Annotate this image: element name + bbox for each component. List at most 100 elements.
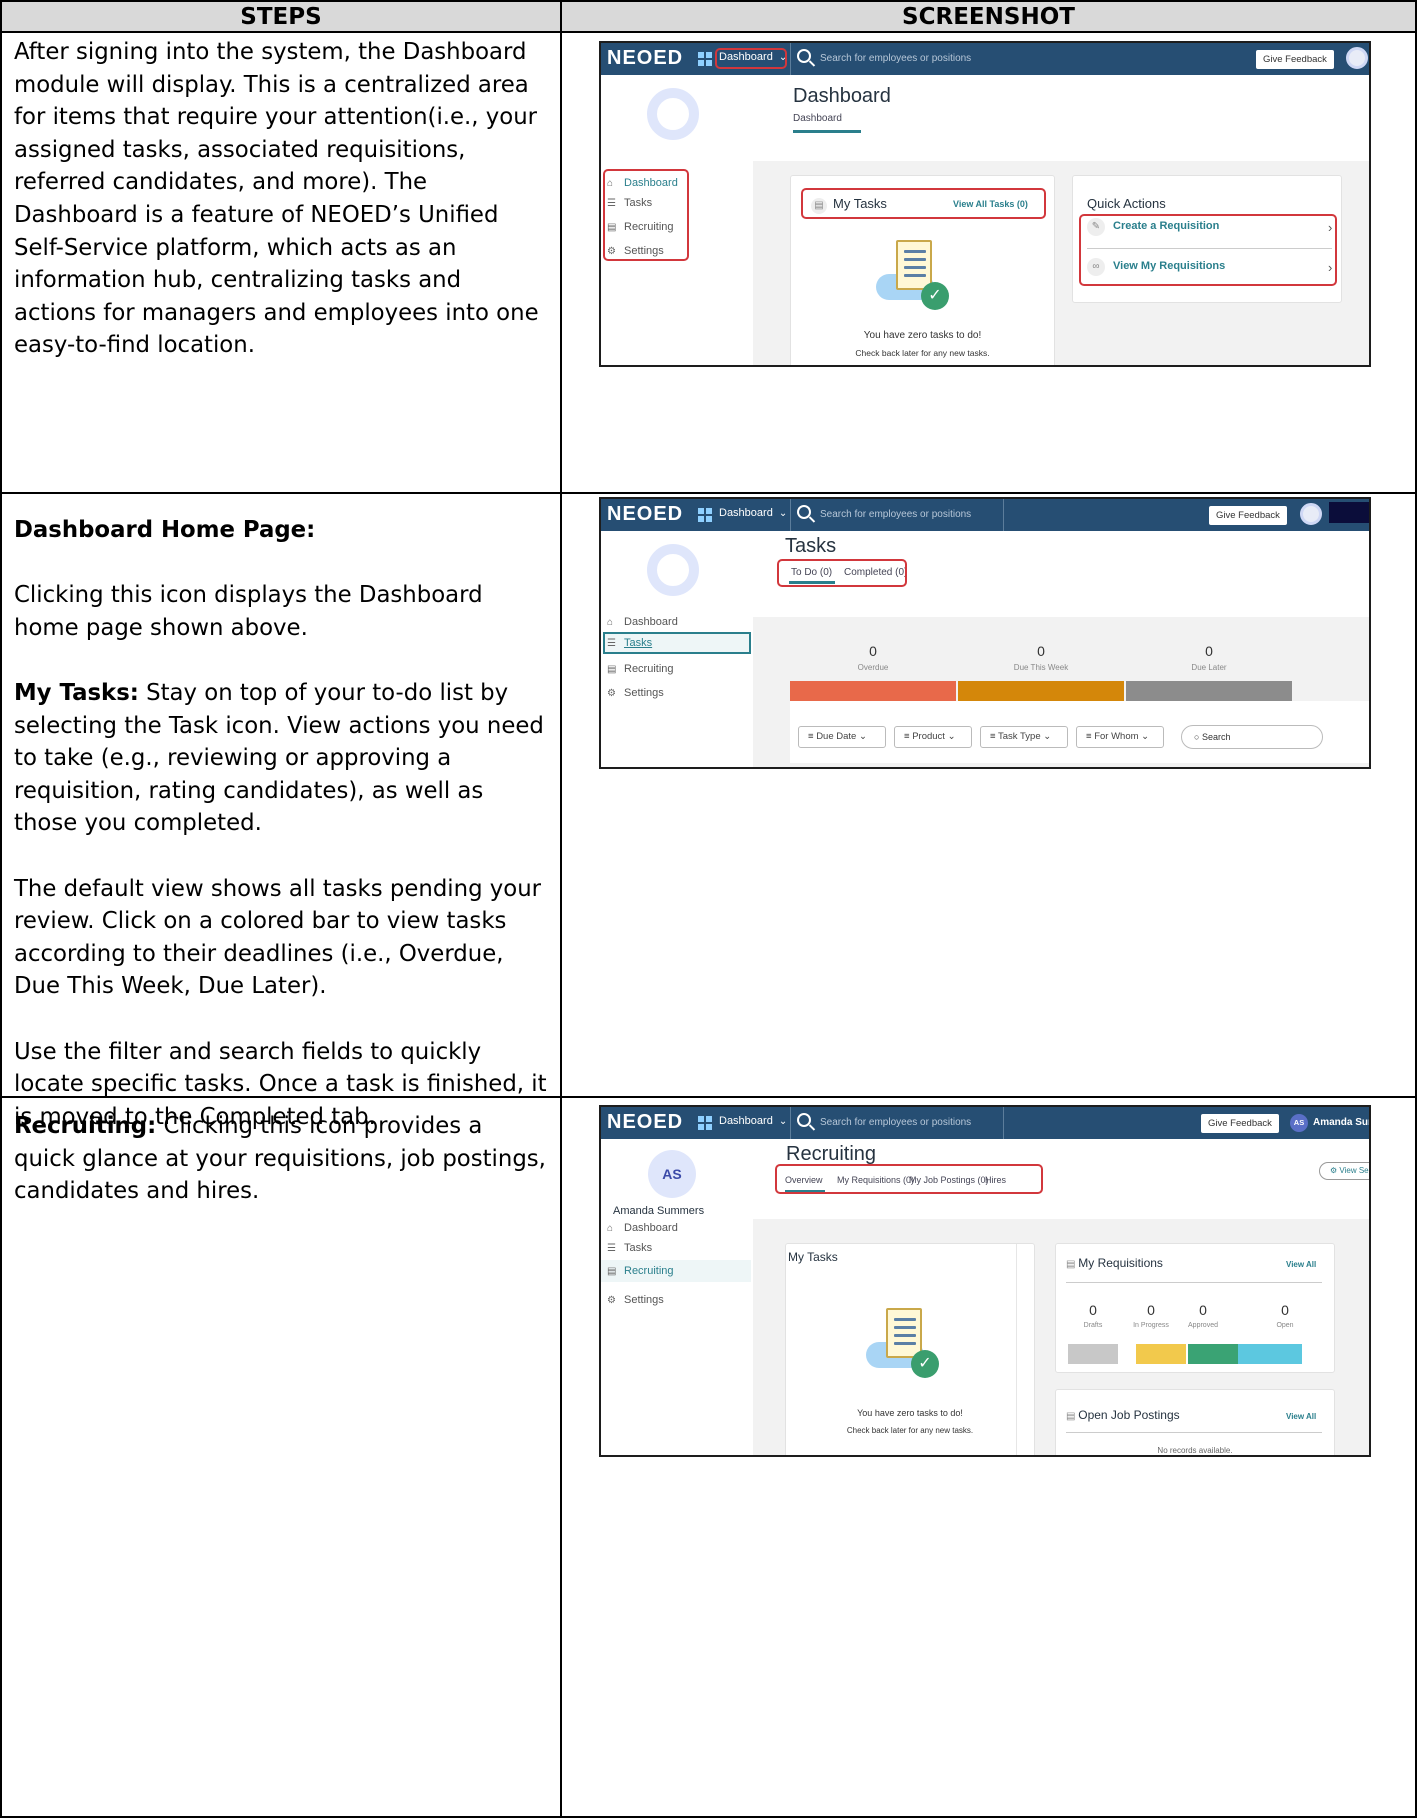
top-user-name[interactable]: Amanda Summer	[1313, 1117, 1369, 1128]
task-search-placeholder: Search	[1201, 732, 1231, 742]
neoed-logo: NEOED	[607, 503, 684, 525]
profile-name: Amanda Summers	[613, 1205, 705, 1217]
row2-heading: Dashboard Home Page:	[14, 517, 316, 543]
quick-actions-card: Quick Actions ✎ Create a Requisition › ∞ V…	[1072, 175, 1342, 303]
global-search-input[interactable]: Search for employees or positions	[820, 509, 971, 520]
view-all-requisitions-link[interactable]: View All	[1286, 1260, 1316, 1269]
screenshot-dashboard: NEOED Dashboard ⌄ Search for employees or…	[599, 41, 1371, 367]
sidebar-item-recruiting[interactable]: ▤ Recruiting	[607, 1262, 674, 1280]
task-deadline-bar[interactable]	[958, 681, 1124, 703]
requisition-count-label: Drafts	[1083, 1322, 1103, 1329]
main-content: Recruiting Overview My Requisitions (0) My…	[753, 1139, 1369, 1455]
app-grid-icon[interactable]	[698, 508, 714, 522]
table-border-left	[0, 0, 2, 1818]
row2-paragraph-1: Clicking this icon displays the Dashboar…	[14, 582, 483, 641]
tasks-icon: ▤	[811, 198, 827, 214]
chevron-down-icon: ⌄	[1138, 731, 1150, 742]
row1-steps-text: After signing into the system, the Dashb…	[14, 36, 550, 362]
module-dropdown[interactable]: Dashboard ⌄	[719, 507, 787, 519]
page-header: Dashboard Dashboard	[753, 75, 1369, 161]
gear-icon: ⚙	[1330, 1166, 1340, 1175]
requisition-count-value: 0	[1281, 1302, 1289, 1318]
profile-avatar[interactable]	[647, 88, 699, 140]
sidebar: ⌂ Dashboard ☰ Tasks ▤ Recruiting ⚙ Settings	[601, 75, 753, 365]
sidebar-item-dashboard[interactable]: ⌂ Dashboard	[607, 613, 678, 631]
requisition-status-bar[interactable]	[1238, 1344, 1302, 1364]
row2-paragraph-2: My Tasks: Stay on top of your to-do list…	[14, 677, 550, 840]
requisition-count-value: 0	[1089, 1302, 1097, 1318]
open-job-postings-label: Open Job Postings	[1078, 1408, 1180, 1422]
row2-paragraph-3: The default view shows all tasks pending…	[14, 875, 542, 1000]
document-icon: ▤	[1066, 1259, 1079, 1270]
requisition-status-bar[interactable]	[1188, 1344, 1238, 1364]
profile-avatar[interactable]: AS	[648, 1150, 696, 1198]
requisition-status-bar[interactable]	[1136, 1344, 1186, 1364]
my-requisitions-title: ▤ My Requisitions	[1066, 1256, 1163, 1270]
sidebar-item-settings[interactable]: ⚙ Settings	[607, 1291, 664, 1309]
requisition-count-label: In Progress	[1133, 1322, 1169, 1329]
instruction-table: STEPS SCREENSHOT After signing into the …	[0, 0, 1417, 1818]
app-grid-icon[interactable]	[698, 1116, 714, 1130]
table-border-top	[0, 0, 1417, 2]
search-icon[interactable]	[797, 1113, 811, 1127]
app-grid-icon[interactable]	[698, 52, 714, 66]
filter-dropdown[interactable]: ≡ Due Date ⌄	[798, 726, 886, 748]
sidebar-item-dashboard[interactable]: ⌂ Dashboard	[607, 1219, 678, 1237]
divider	[790, 499, 791, 531]
page-header: Recruiting Overview My Requisitions (0) My…	[753, 1139, 1369, 1219]
sidebar-label: Recruiting	[624, 1265, 674, 1277]
empty-tasks-illustration: ✓	[866, 1304, 956, 1384]
home-icon: ⌂	[607, 1223, 614, 1234]
filter-dropdown[interactable]: ≡ Task Type ⌄	[980, 726, 1068, 748]
highlight-recruiting-tabs	[775, 1164, 1043, 1194]
tab-dashboard[interactable]: Dashboard	[793, 113, 842, 124]
document-icon: ▤	[607, 664, 617, 675]
open-job-postings-title: ▤ Open Job Postings	[1066, 1408, 1180, 1422]
give-feedback-button[interactable]: Give Feedback	[1201, 1114, 1279, 1133]
view-all-postings-link[interactable]: View All	[1286, 1412, 1316, 1421]
sidebar-item-recruiting[interactable]: ▤ Recruiting	[607, 660, 674, 678]
sidebar-label: Settings	[624, 687, 664, 699]
user-avatar[interactable]	[1346, 47, 1368, 69]
task-deadline-bar[interactable]	[1126, 681, 1292, 703]
task-search-input[interactable]: ○ Search	[1181, 725, 1323, 749]
give-feedback-button[interactable]: Give Feedback	[1209, 506, 1287, 525]
chevron-down-icon: ⌄	[944, 731, 956, 742]
task-count-value: 0	[1037, 643, 1045, 659]
user-avatar[interactable]	[1300, 503, 1322, 525]
filter-icon: ≡	[1086, 731, 1095, 742]
sidebar-item-tasks[interactable]: ☰ Tasks	[607, 1239, 652, 1257]
view-all-tasks-link[interactable]: View All Tasks (0)	[953, 199, 1028, 209]
sidebar-item-settings[interactable]: ⚙ Settings	[607, 684, 664, 702]
divider	[790, 1107, 791, 1139]
page-title: Tasks	[785, 535, 837, 557]
sidebar-label: Recruiting	[624, 663, 674, 675]
task-count-value: 0	[1205, 643, 1213, 659]
sidebar-label: Tasks	[624, 1242, 653, 1254]
check-back-message: Check back later for any new tasks.	[855, 348, 990, 358]
filter-label: Task Type	[998, 731, 1041, 742]
requisition-count-label: Open	[1276, 1322, 1294, 1329]
document-icon: ▤	[607, 1266, 617, 1277]
give-feedback-button[interactable]: Give Feedback	[1256, 50, 1334, 69]
sidebar-item-tasks[interactable]: ☰ Tasks	[607, 634, 652, 652]
profile-avatar[interactable]	[647, 544, 699, 596]
search-icon[interactable]	[797, 49, 811, 63]
highlight-quick-actions	[1079, 214, 1337, 286]
my-requisitions-card: ▤ My Requisitions View All 0 Drafts 0 In Pr…	[1055, 1243, 1335, 1373]
view-settings-button[interactable]: ⚙ View Se	[1319, 1162, 1369, 1180]
requisition-status-bar[interactable]	[1068, 1344, 1118, 1364]
screenshot-recruiting: NEOED Dashboard ⌄ Search for employees or…	[599, 1105, 1371, 1457]
module-dropdown[interactable]: Dashboard ⌄	[719, 1115, 787, 1127]
neoed-logo: NEOED	[607, 47, 684, 69]
filter-dropdown[interactable]: ≡ Product ⌄	[894, 726, 972, 748]
chevron-down-icon: ⌄	[856, 731, 867, 742]
search-icon[interactable]	[797, 505, 811, 519]
global-search-input[interactable]: Search for employees or positions	[820, 1117, 971, 1128]
task-deadline-bar[interactable]	[790, 681, 956, 703]
global-search-input[interactable]: Search for employees or positions	[820, 53, 971, 64]
user-avatar[interactable]: AS	[1290, 1114, 1308, 1132]
filter-dropdown[interactable]: ≡ For Whom ⌄	[1076, 726, 1164, 748]
open-job-postings-card: ▤ Open Job Postings View All No records …	[1055, 1389, 1335, 1455]
checkmark-icon: ✓	[921, 282, 949, 310]
